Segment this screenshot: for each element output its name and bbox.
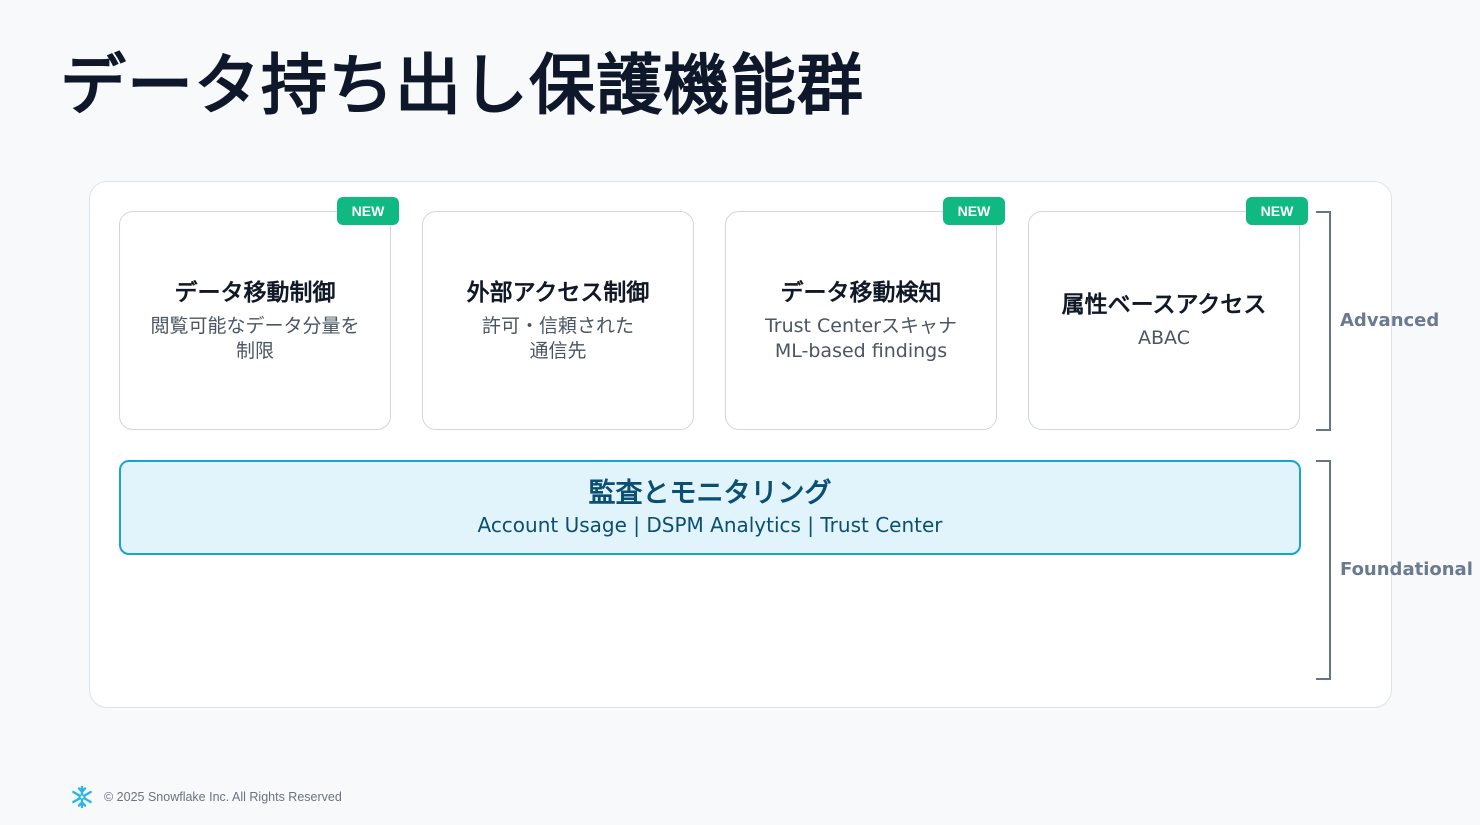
card-title: 外部アクセス制御: [466, 279, 650, 306]
foundation-title: 監査とモニタリング: [588, 477, 832, 509]
foundation-audit-monitoring: 監査とモニタリング Account Usage | DSPM Analytics…: [119, 460, 1301, 555]
new-badge: NEW: [1246, 197, 1308, 225]
card-description-line: 制限: [235, 339, 274, 362]
card-description: 閲覧可能なデータ分量を 制限: [150, 314, 359, 364]
advanced-bracket: [1316, 211, 1331, 431]
card-attribute-based-access: 属性ベースアクセス ABAC: [1028, 211, 1300, 430]
card-description-line: ABAC: [1138, 327, 1190, 349]
card-description: 許可・信頼された 通信先: [482, 314, 634, 364]
copyright-text: © 2025 Snowflake Inc. All Rights Reserve…: [104, 790, 342, 804]
page-title: データ持ち出し保護機能群: [60, 47, 864, 124]
card-external-access-control: 外部アクセス制御 許可・信頼された 通信先: [422, 211, 694, 430]
card-title: データ移動検知: [780, 279, 942, 306]
card-description-line: Trust Centerスキャナ: [764, 314, 957, 337]
card-title: 属性ベースアクセス: [1061, 292, 1267, 318]
card-description-line: ML-based findings: [774, 339, 948, 362]
tier-label-foundational: Foundational: [1340, 559, 1473, 580]
foundation-description: Account Usage | DSPM Analytics | Trust C…: [477, 512, 943, 537]
snowflake-icon: [72, 785, 92, 809]
card-title: データ移動制御: [174, 279, 336, 306]
card-data-movement-detection: データ移動検知 Trust Centerスキャナ ML-based findin…: [725, 211, 997, 430]
card-description: Trust Centerスキャナ ML-based findings: [765, 314, 957, 364]
new-badge: NEW: [337, 197, 399, 225]
tier-label-advanced: Advanced: [1340, 310, 1440, 331]
card-description-line: 閲覧可能なデータ分量を: [150, 314, 360, 337]
card-data-movement-control: データ移動制御 閲覧可能なデータ分量を 制限: [119, 211, 391, 430]
card-description-line: 通信先: [529, 339, 587, 362]
foundational-bracket: [1316, 460, 1331, 680]
new-badge: NEW: [943, 197, 1005, 225]
card-description: ABAC: [1138, 326, 1190, 351]
card-description-line: 許可・信頼された: [481, 314, 634, 337]
footer: © 2025 Snowflake Inc. All Rights Reserve…: [70, 785, 342, 809]
